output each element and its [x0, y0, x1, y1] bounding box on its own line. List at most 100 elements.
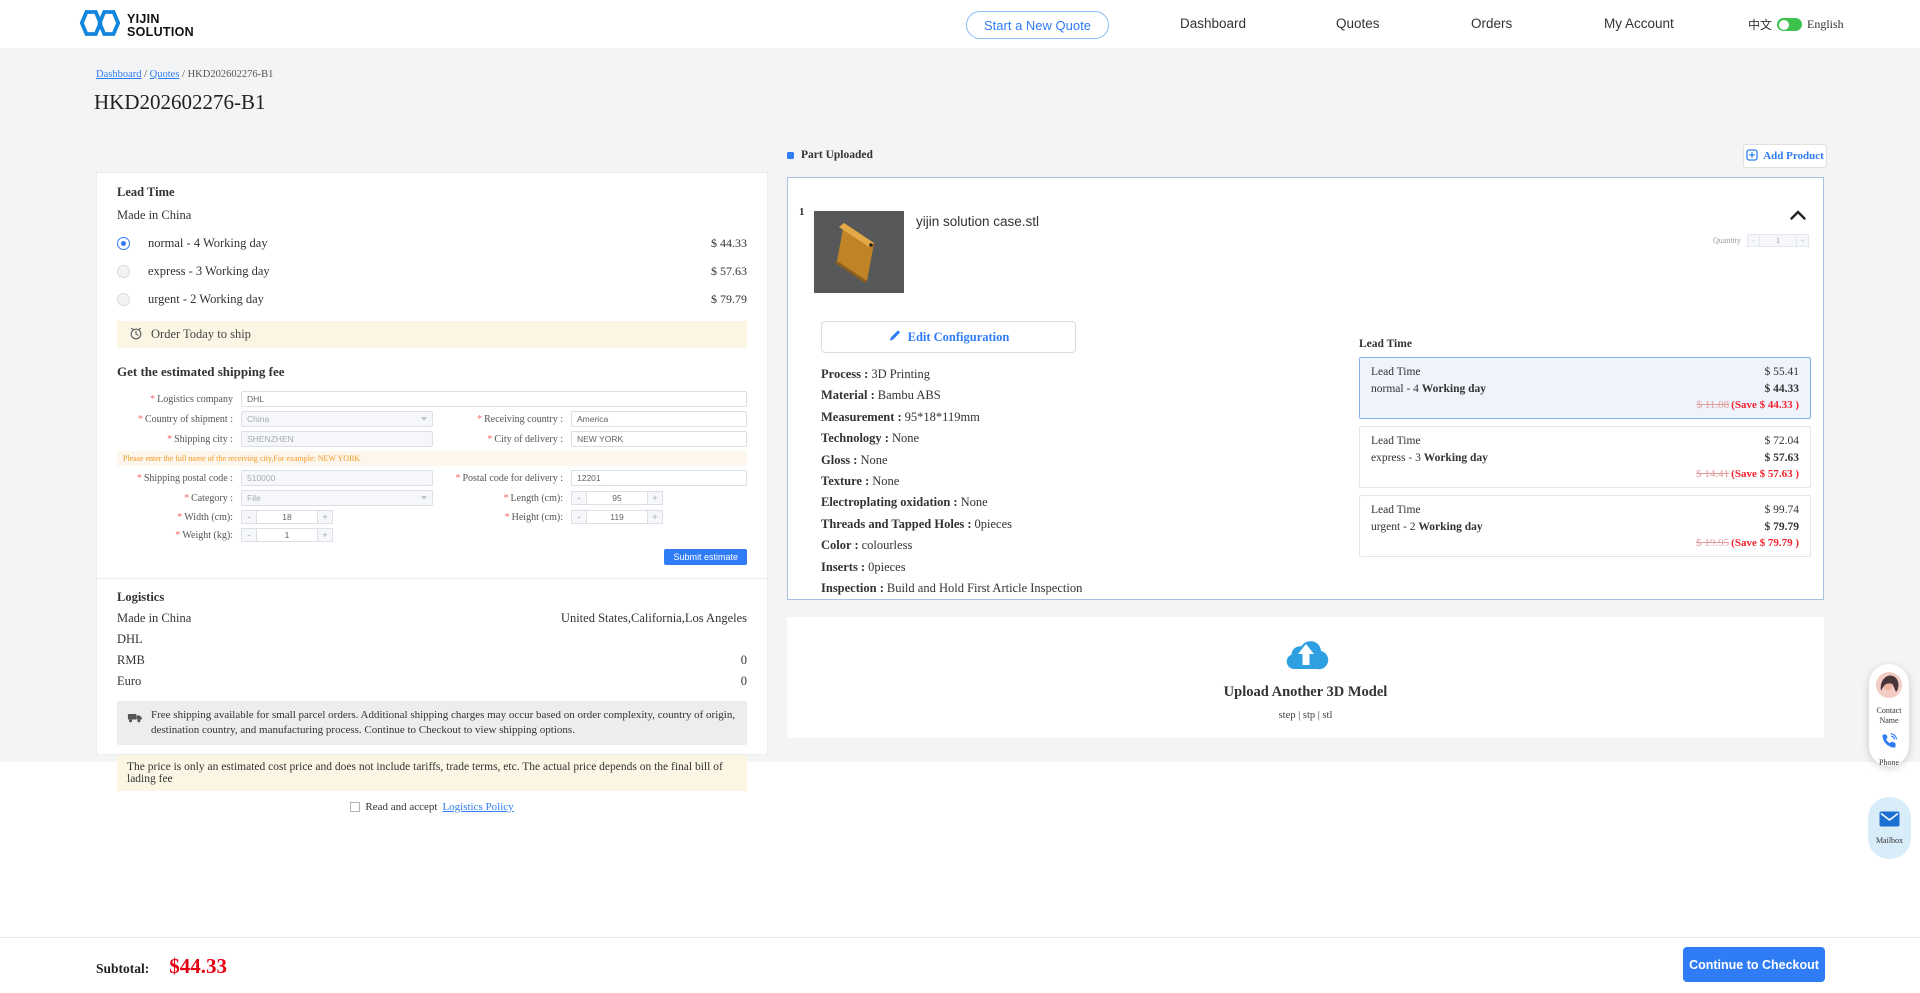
origin-label: Made in China: [117, 208, 747, 223]
increment-button[interactable]: +: [647, 491, 663, 505]
policy-row: Read and accept Logistics Policy: [117, 801, 747, 813]
lead-option-express[interactable]: express - 3 Working day $ 57.63: [117, 264, 747, 279]
upload-another-model-dropzone[interactable]: Upload Another 3D Model step | stp | stl: [787, 617, 1824, 738]
increment-button[interactable]: +: [647, 510, 663, 524]
shipping-postal-label: *Shipping postal code :: [117, 473, 233, 484]
length-value[interactable]: 95: [587, 491, 647, 505]
receiving-country-input[interactable]: [577, 414, 741, 424]
height-value[interactable]: 119: [587, 510, 647, 524]
logistics-company-input[interactable]: [247, 394, 741, 404]
order-today-text: Order Today to ship: [151, 327, 251, 342]
spec-material: Material :Bambu ABS: [821, 385, 1291, 406]
delivery-postal-field[interactable]: [571, 470, 747, 486]
decrement-button[interactable]: -: [571, 510, 587, 524]
edit-configuration-button[interactable]: Edit Configuration: [821, 321, 1076, 353]
lang-chinese-label[interactable]: 中文: [1748, 16, 1772, 33]
mail-envelope-icon: [1879, 811, 1900, 832]
model-thumbnail[interactable]: [814, 211, 904, 293]
collapse-chevron-up-icon[interactable]: [1789, 208, 1807, 226]
breadcrumb-quotes[interactable]: Quotes: [150, 69, 180, 80]
decrement-button[interactable]: -: [241, 528, 257, 542]
country-of-shipment-value: [247, 414, 417, 424]
divider: [97, 578, 767, 579]
add-product-button[interactable]: Add Product: [1743, 144, 1827, 168]
category-select[interactable]: [241, 490, 433, 506]
subtotal: Subtotal: $44.33: [96, 954, 227, 979]
submit-estimate-button[interactable]: Submit estimate: [664, 549, 747, 565]
width-label: *Width (cm):: [117, 512, 233, 523]
lead-option-normal[interactable]: normal - 4 Working day $ 44.33: [117, 236, 747, 251]
quantity-label: Quantity: [1713, 236, 1741, 245]
nav-orders[interactable]: Orders: [1471, 16, 1512, 31]
nav-quotes[interactable]: Quotes: [1336, 16, 1380, 31]
increment-button[interactable]: +: [317, 510, 333, 524]
city-of-delivery-input[interactable]: [577, 434, 741, 444]
lang-english-label[interactable]: English: [1807, 17, 1844, 32]
spec-inserts: Inserts :0pieces: [821, 557, 1291, 578]
yijin-logo-icon: [78, 8, 122, 43]
submit-row: Submit estimate: [117, 549, 747, 565]
language-toggle[interactable]: [1777, 18, 1802, 31]
mailbox-float-widget[interactable]: Mailbox: [1868, 797, 1911, 859]
lead-time-column-heading: Lead Time: [1359, 338, 1811, 350]
radio-selected-icon[interactable]: [117, 237, 130, 250]
shipping-postal-input: [247, 473, 427, 483]
checkout-bar: Subtotal: $44.33 Continue to Checkout: [0, 937, 1920, 993]
quantity-stepper: - 1 +: [1747, 234, 1809, 247]
logistics-company-field[interactable]: [241, 391, 747, 407]
plus-square-icon: [1746, 149, 1758, 164]
policy-text: Read and accept: [365, 801, 437, 813]
quantity-value: 1: [1760, 234, 1796, 247]
decrement-button[interactable]: -: [1747, 234, 1760, 247]
radio-icon[interactable]: [117, 293, 130, 306]
spec-threads: Threads and Tapped Holes :0pieces: [821, 514, 1291, 535]
section-bullet-icon: [787, 152, 794, 159]
lead-card-normal[interactable]: Lead Time$ 55.41 normal - 4 Working day$…: [1359, 357, 1811, 419]
receiving-country-field[interactable]: [571, 411, 747, 427]
city-of-delivery-field[interactable]: [571, 431, 747, 447]
lead-time-panel: Lead Time Made in China normal - 4 Worki…: [96, 172, 768, 755]
contact-name-label[interactable]: Contact Name: [1869, 706, 1909, 725]
shipping-city-field[interactable]: [241, 431, 433, 447]
lead-option-label: express - 3 Working day: [148, 264, 270, 279]
increment-button[interactable]: +: [1796, 234, 1809, 247]
start-new-quote-button[interactable]: Start a New Quote: [966, 11, 1109, 39]
free-shipping-text: Free shipping available for small parcel…: [151, 708, 737, 738]
decrement-button[interactable]: -: [571, 491, 587, 505]
continue-to-checkout-button[interactable]: Continue to Checkout: [1683, 947, 1825, 982]
policy-checkbox[interactable]: [350, 802, 360, 812]
shipping-fee-heading: Get the estimated shipping fee: [117, 364, 747, 380]
contact-avatar[interactable]: [1876, 672, 1902, 703]
logo[interactable]: YIJIN SOLUTION: [78, 8, 194, 43]
increment-button[interactable]: +: [317, 528, 333, 542]
lead-card-express[interactable]: Lead Time$ 72.04 express - 3 Working day…: [1359, 426, 1811, 488]
lead-card-urgent[interactable]: Lead Time$ 99.74 urgent - 2 Working day$…: [1359, 495, 1811, 557]
logistics-policy-link[interactable]: Logistics Policy: [442, 801, 513, 813]
price-estimate-note: The price is only an estimated cost pric…: [117, 755, 747, 791]
phone-icon[interactable]: [1880, 732, 1898, 755]
lead-option-urgent[interactable]: urgent - 2 Working day $ 79.79: [117, 292, 747, 307]
height-stepper: -119+: [571, 510, 663, 524]
category-value: [247, 493, 417, 503]
delivery-postal-input[interactable]: [577, 473, 741, 483]
width-value[interactable]: 18: [257, 510, 317, 524]
weight-value[interactable]: 1: [257, 528, 317, 542]
model-filename: yijin solution case.stl: [916, 214, 1039, 229]
country-of-shipment-select[interactable]: [241, 411, 433, 427]
logo-text: YIJIN SOLUTION: [127, 13, 194, 38]
nav-dashboard[interactable]: Dashboard: [1180, 16, 1246, 31]
length-label: *Length (cm):: [441, 493, 563, 504]
country-of-shipment-label: *Country of shipment :: [117, 414, 233, 425]
breadcrumb-dashboard[interactable]: Dashboard: [96, 69, 142, 80]
truck-icon: [127, 711, 143, 738]
add-product-label: Add Product: [1763, 150, 1824, 162]
category-label: *Category :: [117, 493, 233, 504]
nav-my-account[interactable]: My Account: [1604, 16, 1674, 31]
decrement-button[interactable]: -: [241, 510, 257, 524]
upload-formats: step | stp | stl: [1279, 710, 1333, 721]
phone-label[interactable]: Phone: [1879, 758, 1899, 768]
subtotal-value: $44.33: [169, 954, 227, 979]
shipping-postal-field[interactable]: [241, 470, 433, 486]
radio-icon[interactable]: [117, 265, 130, 278]
city-format-note: Please enter the full name of the receiv…: [117, 451, 747, 466]
